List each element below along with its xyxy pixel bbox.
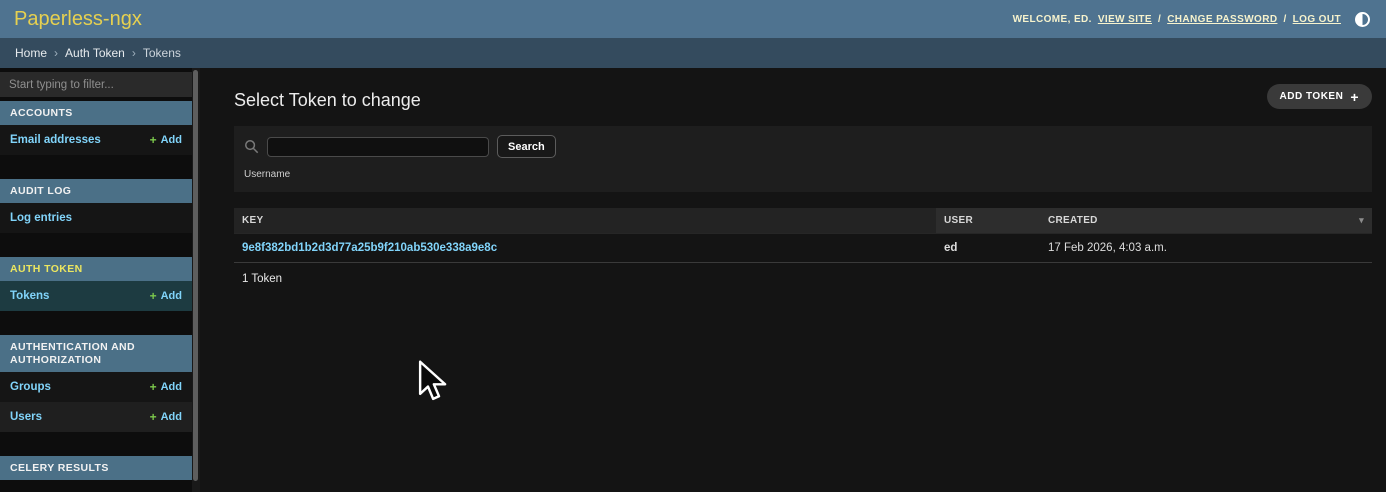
result-count: 1 Token xyxy=(234,262,1372,295)
add-label: Add xyxy=(161,411,182,423)
breadcrumb-auth-token-link[interactable]: Auth Token xyxy=(65,46,125,60)
sidebar-section-accounts: ACCOUNTS Email addresses + Add xyxy=(0,101,192,155)
sidebar-scrollbar[interactable] xyxy=(192,68,200,492)
plus-icon: + xyxy=(1350,90,1359,104)
tokens-link[interactable]: Tokens xyxy=(10,290,49,302)
add-token-button-label: ADD TOKEN xyxy=(1280,91,1344,102)
search-panel: Search Username xyxy=(234,126,1372,192)
results-table: KEY USER CREATED ▾ 9e8f382bd1b2d3d77a25b… xyxy=(234,208,1372,295)
plus-icon: + xyxy=(150,133,157,147)
user-cell: ed xyxy=(936,234,1040,263)
section-header-audit-log[interactable]: AUDIT LOG xyxy=(0,179,192,203)
token-key-link[interactable]: 9e8f382bd1b2d3d77a25b9f210ab530e338a9e8c xyxy=(242,242,497,254)
section-header-auth-token[interactable]: AUTH TOKEN xyxy=(0,257,192,281)
view-site-link[interactable]: VIEW SITE xyxy=(1098,14,1152,25)
column-header-user[interactable]: USER xyxy=(936,208,1040,234)
link-separator: / xyxy=(1283,14,1286,25)
main-content: Select Token to change ADD TOKEN + Searc… xyxy=(200,68,1386,492)
table-header-row: KEY USER CREATED ▾ xyxy=(234,208,1372,234)
sidebar-section-auth-token: AUTH TOKEN Tokens + Add xyxy=(0,257,192,311)
add-token-link[interactable]: + Add xyxy=(150,289,182,303)
add-token-button[interactable]: ADD TOKEN + xyxy=(1267,84,1372,109)
change-password-link[interactable]: CHANGE PASSWORD xyxy=(1167,14,1277,25)
sidebar-item-email-addresses[interactable]: Email addresses + Add xyxy=(0,125,192,155)
breadcrumb-separator: › xyxy=(54,46,58,60)
paperless-admin-window: Paperless-ngx WELCOME, ED. VIEW SITE / C… xyxy=(0,0,1386,492)
sidebar-filter-input[interactable] xyxy=(0,72,192,97)
breadcrumb-separator: › xyxy=(132,46,136,60)
add-group-link[interactable]: + Add xyxy=(150,380,182,394)
welcome-text: WELCOME, ED. xyxy=(1013,14,1092,25)
page-title: Select Token to change xyxy=(234,90,1372,111)
search-button[interactable]: Search xyxy=(497,135,556,158)
top-bar: Paperless-ngx WELCOME, ED. VIEW SITE / C… xyxy=(0,0,1386,38)
search-field-label: Username xyxy=(244,169,1362,180)
admin-sidebar: ACCOUNTS Email addresses + Add AUDIT LOG… xyxy=(0,68,200,492)
search-icon xyxy=(244,139,259,154)
breadcrumb: Home › Auth Token › Tokens xyxy=(0,38,1386,68)
scrollbar-thumb[interactable] xyxy=(193,70,198,481)
sidebar-item-log-entries[interactable]: Log entries xyxy=(0,203,192,233)
groups-link[interactable]: Groups xyxy=(10,381,51,393)
column-header-key: KEY xyxy=(234,208,936,234)
table-row: 9e8f382bd1b2d3d77a25b9f210ab530e338a9e8c… xyxy=(234,234,1372,263)
created-cell: 17 Feb 2026, 4:03 a.m. xyxy=(1040,234,1372,263)
add-label: Add xyxy=(161,290,182,302)
column-header-created-label: CREATED xyxy=(1048,215,1098,226)
breadcrumb-current: Tokens xyxy=(143,46,181,60)
sidebar-section-celery-results: CELERY RESULTS xyxy=(0,456,192,480)
user-tools: WELCOME, ED. VIEW SITE / CHANGE PASSWORD… xyxy=(1013,12,1370,27)
email-addresses-link[interactable]: Email addresses xyxy=(10,134,101,146)
add-label: Add xyxy=(161,134,182,146)
sidebar-item-groups[interactable]: Groups + Add xyxy=(0,372,192,402)
sidebar-section-authentication: AUTHENTICATION AND AUTHORIZATION Groups … xyxy=(0,335,192,432)
brand-link[interactable]: Paperless-ngx xyxy=(14,8,142,31)
search-input[interactable] xyxy=(267,137,489,157)
link-separator: / xyxy=(1158,14,1161,25)
sidebar-item-tokens[interactable]: Tokens + Add xyxy=(0,281,192,311)
plus-icon: + xyxy=(150,289,157,303)
plus-icon: + xyxy=(150,380,157,394)
sidebar-section-audit-log: AUDIT LOG Log entries xyxy=(0,179,192,233)
log-out-link[interactable]: LOG OUT xyxy=(1293,14,1341,25)
sidebar-item-users[interactable]: Users + Add xyxy=(0,402,192,432)
column-header-created[interactable]: CREATED ▾ xyxy=(1040,208,1372,234)
plus-icon: + xyxy=(150,410,157,424)
add-label: Add xyxy=(161,381,182,393)
section-header-authentication[interactable]: AUTHENTICATION AND AUTHORIZATION xyxy=(0,335,192,372)
section-header-accounts[interactable]: ACCOUNTS xyxy=(0,101,192,125)
section-header-celery-results[interactable]: CELERY RESULTS xyxy=(0,456,192,480)
add-email-address-link[interactable]: + Add xyxy=(150,133,182,147)
users-link[interactable]: Users xyxy=(10,411,42,423)
breadcrumb-home-link[interactable]: Home xyxy=(15,46,47,60)
theme-toggle-icon[interactable] xyxy=(1355,12,1370,27)
sort-options-icon[interactable]: ▾ xyxy=(1359,215,1364,226)
add-user-link[interactable]: + Add xyxy=(150,410,182,424)
log-entries-link[interactable]: Log entries xyxy=(10,212,72,224)
